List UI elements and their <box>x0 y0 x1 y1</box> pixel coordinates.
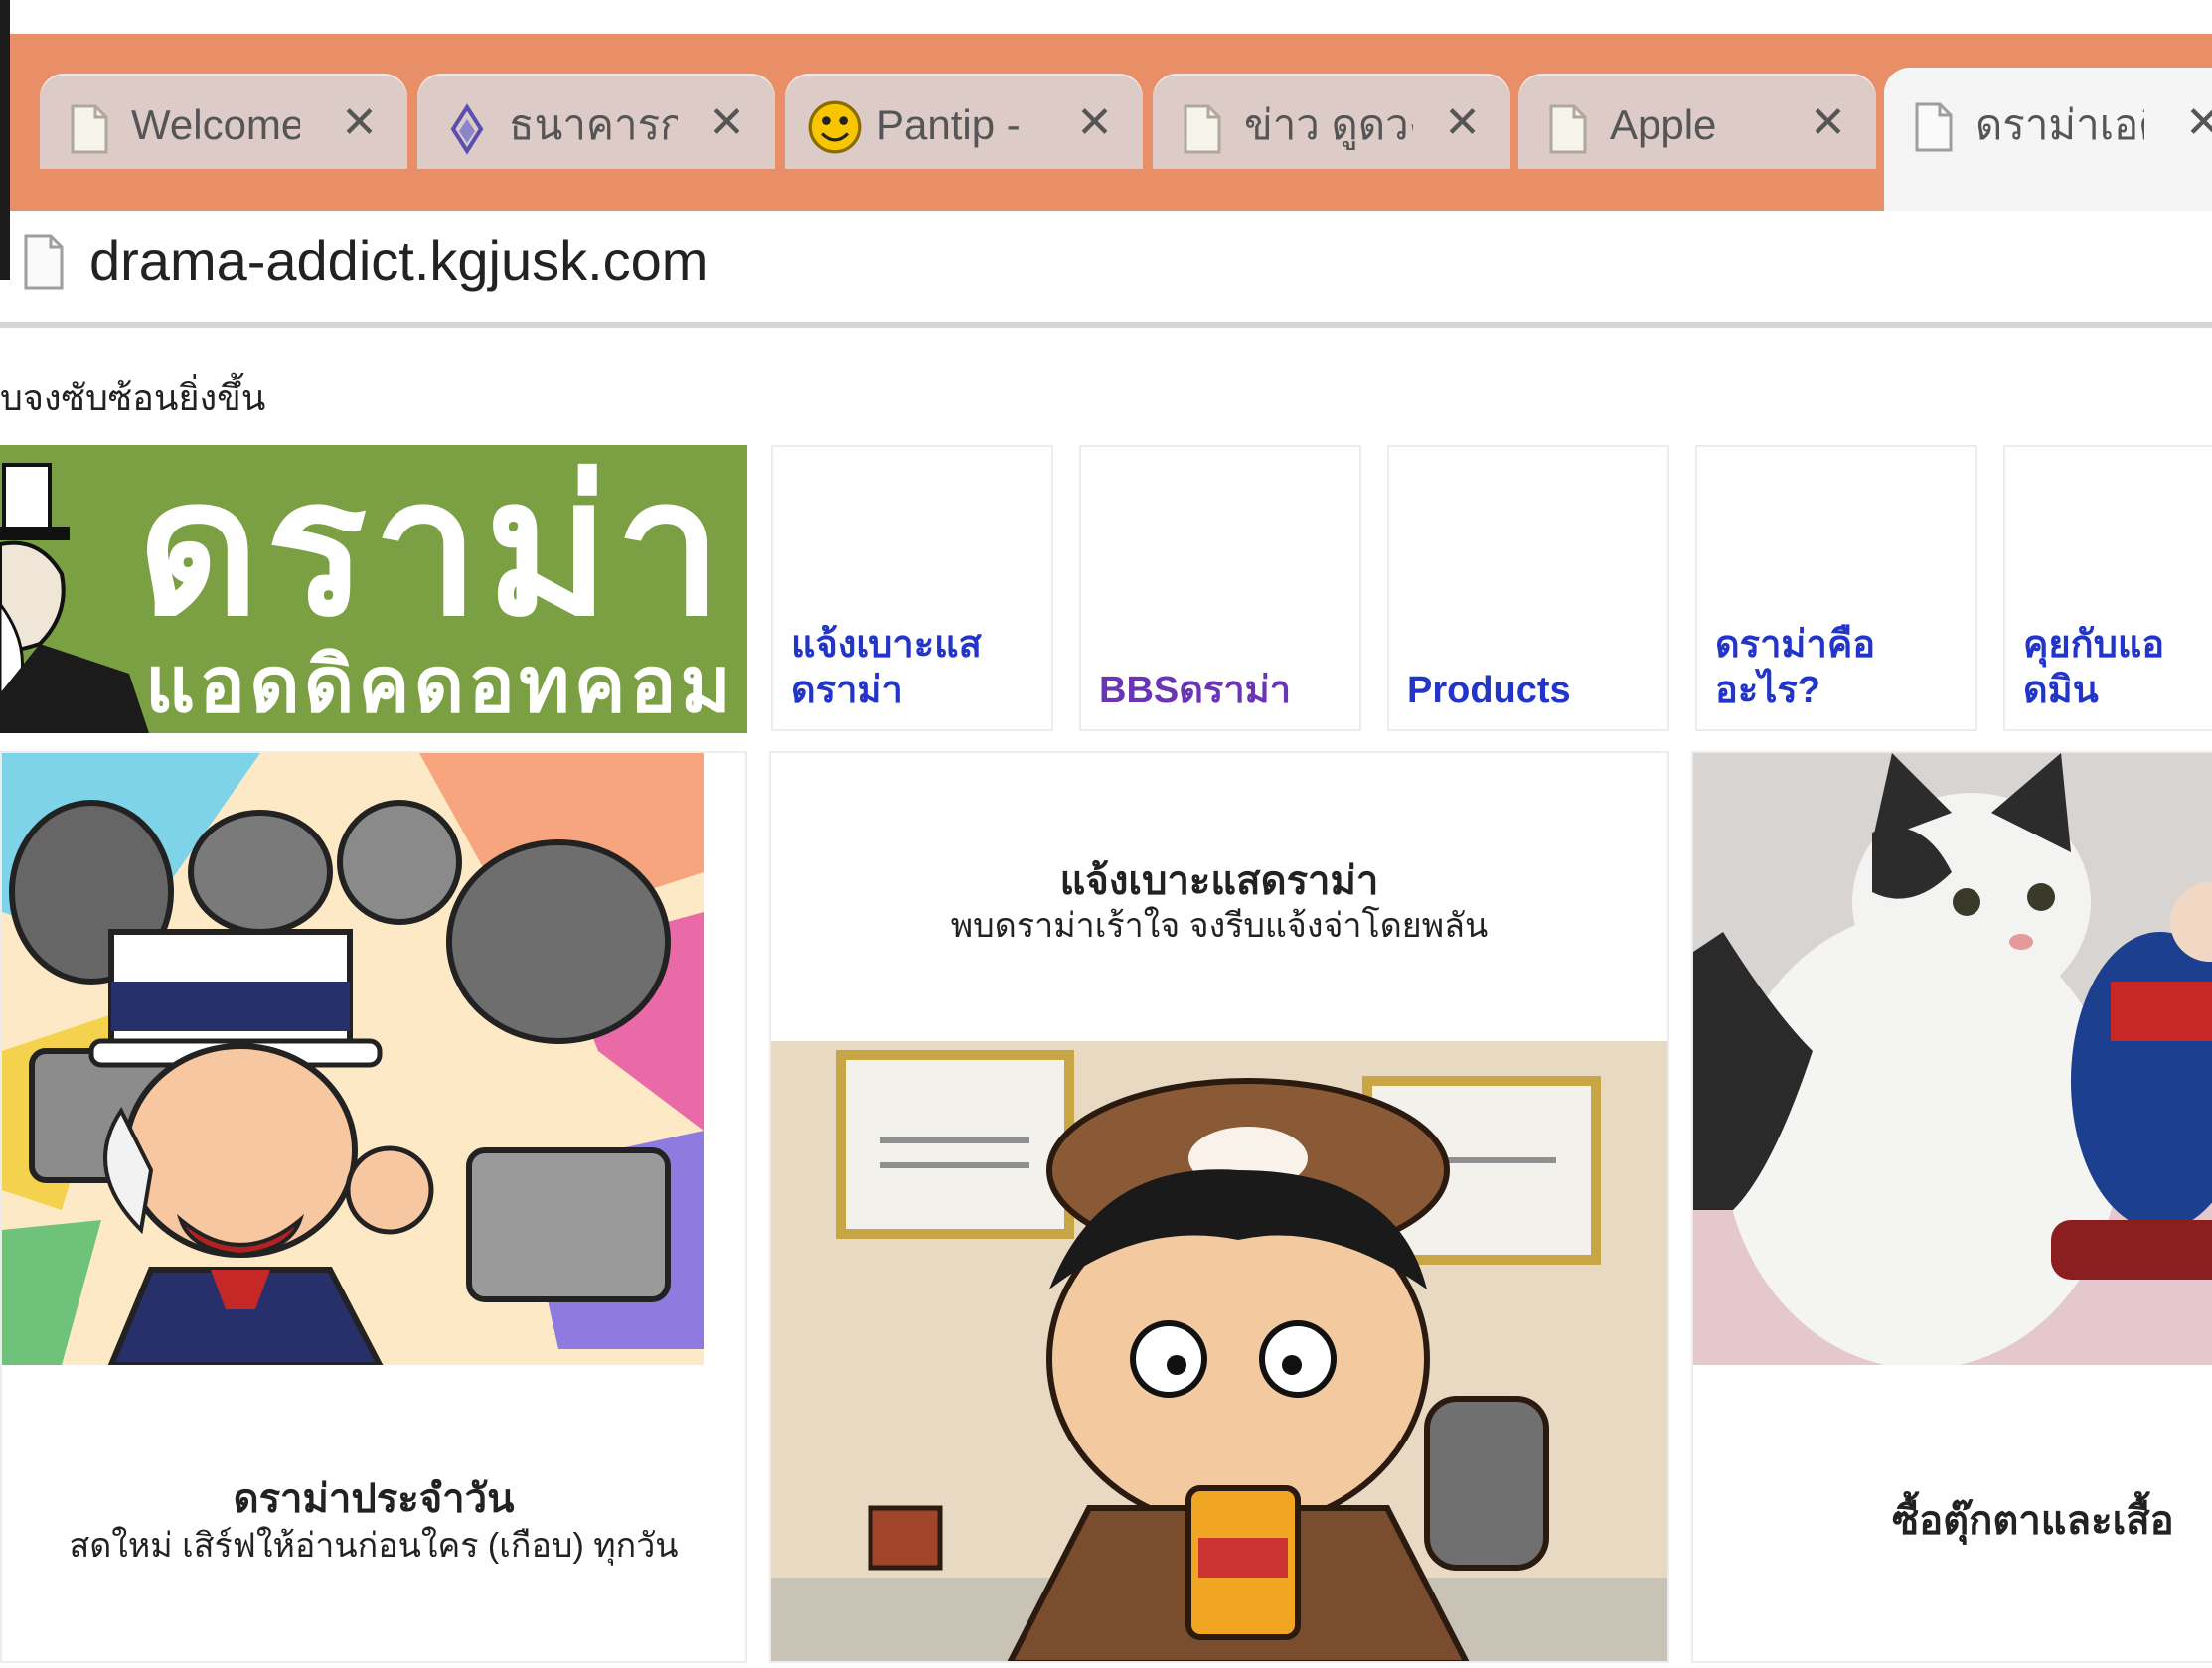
page-content: บจงซับซ้อนยิ่งขึ้น ดราม่า แอดดิคดอทคอม แ… <box>0 328 2212 1668</box>
card-subtitle: พบดราม่าเร้าใจ จงรีบแจ้งจ่าโดยพลัน <box>950 907 1489 945</box>
card-title: ซื้อตุ๊กตาและเสื้อ <box>1892 1499 2174 1543</box>
tab-title: ดราม่าเอดิ <box>1975 101 2144 148</box>
card-shop-dolls[interactable]: ซื้อตุ๊กตาและเสื้อ <box>1691 751 2212 1663</box>
url-text[interactable]: drama-addict.kgjusk.com <box>89 228 708 294</box>
tab-news[interactable]: ข่าว ดูดวง ✕ <box>1153 74 1510 169</box>
nav-link[interactable]: แจ้งเบาะแส ดราม่า <box>791 622 1041 713</box>
close-icon[interactable]: ✕ <box>1444 95 1481 151</box>
close-icon[interactable]: ✕ <box>709 95 745 151</box>
close-icon[interactable]: ✕ <box>1076 95 1113 151</box>
close-icon[interactable]: ✕ <box>2185 95 2212 151</box>
document-icon <box>1184 104 1221 154</box>
noodle-boy-cartoon-image <box>771 1041 1667 1661</box>
document-icon <box>1915 102 1953 152</box>
logo-subtitle: แอดดิคดอทคอม <box>145 641 735 728</box>
tab-title: Pantip - <box>876 101 1021 148</box>
nav-link[interactable]: Products <box>1407 668 1658 713</box>
tab-drama-addict-active[interactable]: ดราม่าเอดิ ✕ <box>1884 68 2212 211</box>
uncle-sam-cartoon-image <box>2 753 704 1365</box>
cat-with-dolls-photo-image <box>1693 753 2212 1365</box>
nav-report-drama[interactable]: แจ้งเบาะแส ดราม่า <box>771 445 1053 731</box>
tab-title: Apple <box>1610 101 1717 148</box>
logo-title: ดราม่า <box>137 445 728 654</box>
uncle-sam-mascot-image <box>0 445 149 733</box>
site-tagline: บจงซับซ้อนยิ่งขึ้น <box>0 378 266 418</box>
pantip-smiley-icon <box>808 100 862 154</box>
tab-welcome[interactable]: Welcome ✕ <box>40 74 407 169</box>
tab-title: ธนาคารกรุ <box>509 101 678 148</box>
bank-logo-icon <box>450 103 484 155</box>
card-subtitle: สดใหม่ เสิร์ฟให้อ่านก่อนใคร (เกือบ) ทุกว… <box>69 1527 679 1565</box>
window-edge <box>0 0 10 280</box>
title-bar-strip <box>0 0 2212 34</box>
close-icon[interactable]: ✕ <box>341 95 378 151</box>
tab-title: ข่าว ดูดวง <box>1244 101 1413 148</box>
site-logo[interactable]: ดราม่า แอดดิคดอทคอม <box>0 445 747 733</box>
tab-apple[interactable]: Apple ✕ <box>1518 74 1876 169</box>
address-bar[interactable]: drama-addict.kgjusk.com <box>0 211 2212 328</box>
nav-link[interactable]: ดราม่าคือ อะไร? <box>1715 622 1966 713</box>
tab-bank[interactable]: ธนาคารกรุ ✕ <box>417 74 775 169</box>
nav-talk-to-admin[interactable]: คุยกับแอ ดมิน <box>2003 445 2212 731</box>
nav-link[interactable]: BBSดราม่า <box>1099 668 1349 713</box>
document-icon <box>71 104 108 154</box>
card-report-drama[interactable]: แจ้งเบาะแสดราม่า พบดราม่าเร้าใจ จงรีบแจ้… <box>769 751 1669 1663</box>
page-info-icon[interactable] <box>22 232 66 292</box>
nav-bbs-drama[interactable]: BBSดราม่า <box>1079 445 1361 731</box>
tab-pantip[interactable]: Pantip - ✕ <box>785 74 1143 169</box>
browser-window: Welcome ✕ ธนาคารกรุ ✕ Pantip - ✕ ข่าว ดู… <box>0 0 2212 1668</box>
document-icon <box>1549 104 1587 154</box>
nav-link[interactable]: คุยกับแอ ดมิน <box>2023 622 2212 713</box>
close-icon[interactable]: ✕ <box>1810 95 1846 151</box>
tab-title: Welcome <box>131 101 300 148</box>
nav-what-is-drama[interactable]: ดราม่าคือ อะไร? <box>1695 445 1977 731</box>
nav-products[interactable]: Products <box>1387 445 1669 731</box>
card-daily-drama[interactable]: ดราม่าประจำวัน สดใหม่ เสิร์ฟให้อ่านก่อนใ… <box>0 751 747 1663</box>
